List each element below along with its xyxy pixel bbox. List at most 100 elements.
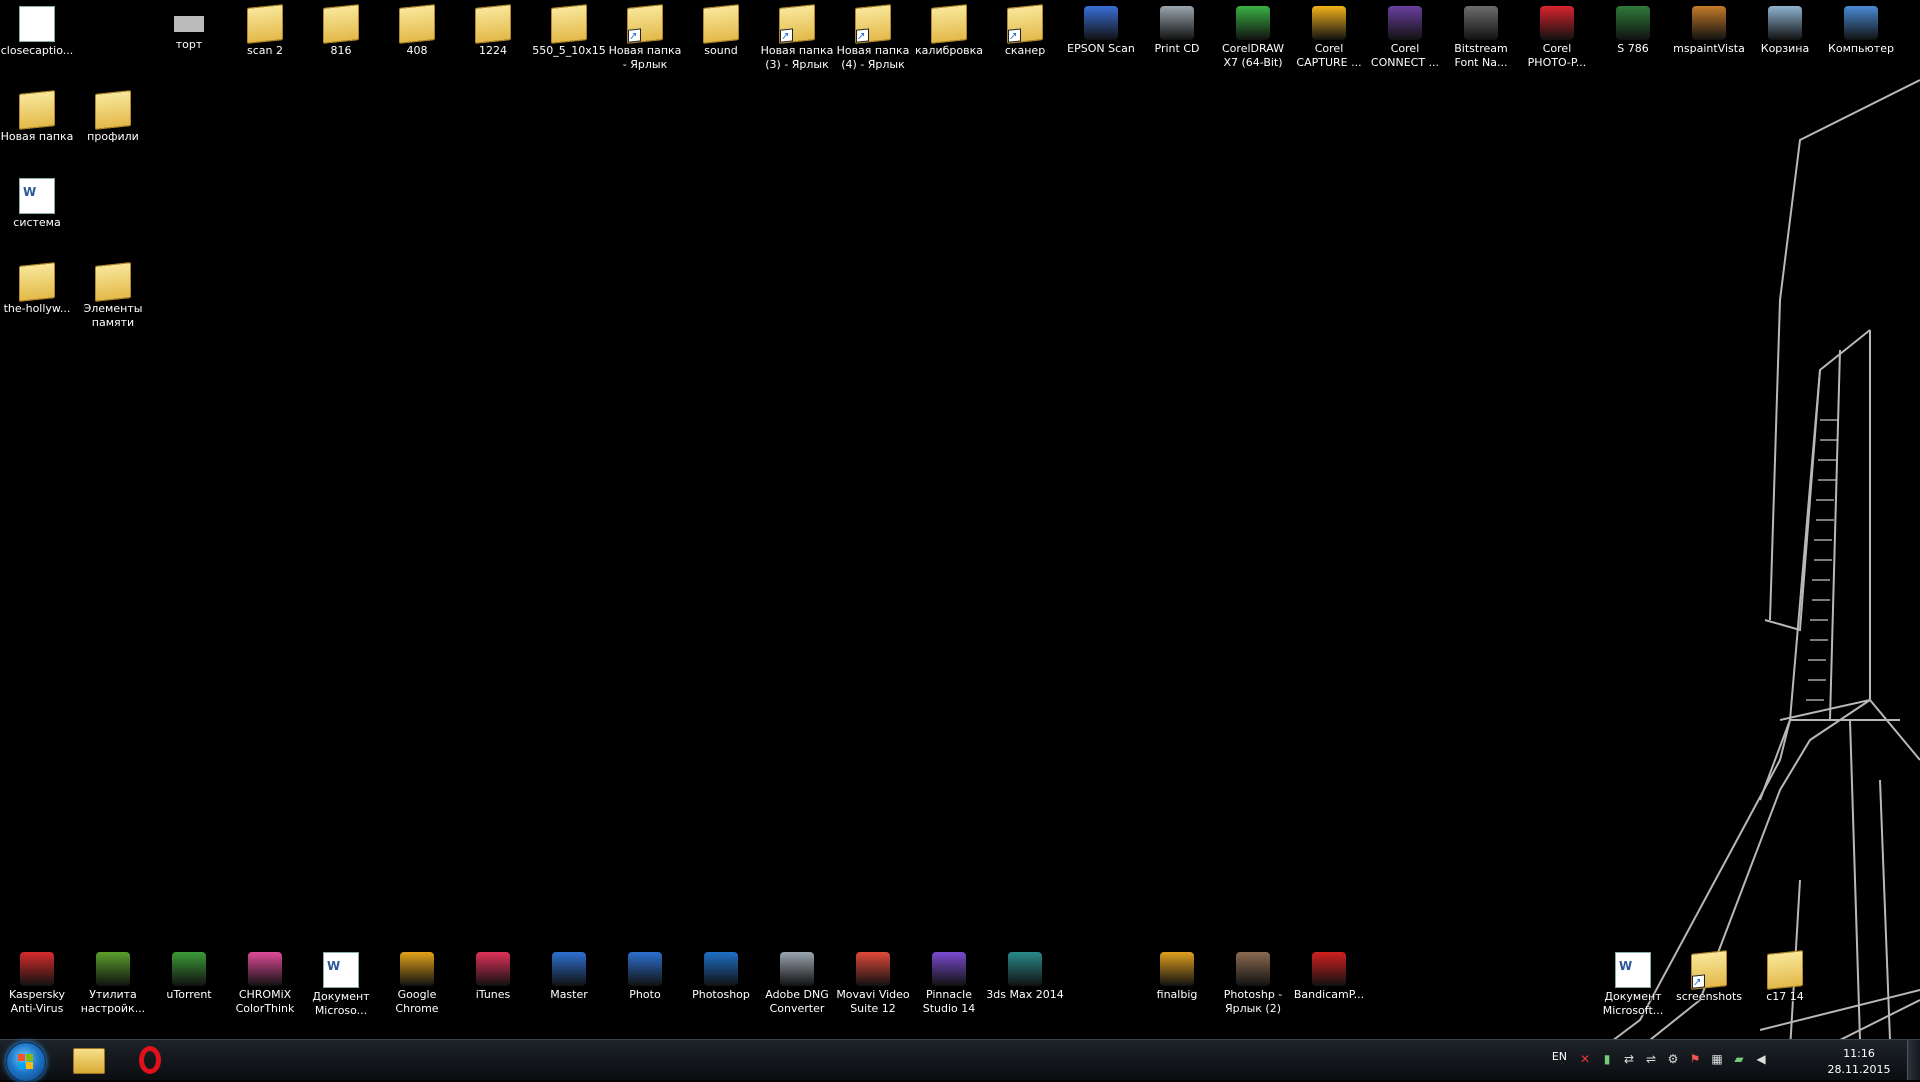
adobe-dng-icon: [780, 952, 814, 986]
desktop-icon[interactable]: the-hollyw...: [0, 260, 79, 316]
desktop-icon[interactable]: 816: [299, 2, 383, 58]
desktop-icon-label: Компьютер: [1828, 42, 1894, 55]
desktop-icon[interactable]: CHROMiX ColorThink: [223, 948, 307, 1016]
desktop-icon[interactable]: scan 2: [223, 2, 307, 58]
desktop-icon[interactable]: система: [0, 174, 79, 230]
desktop-icon[interactable]: uTorrent: [147, 948, 231, 1002]
desktop-icon[interactable]: Новая папка: [0, 88, 79, 144]
taskbar: EN ✕ ▮ ⇄ ⇌ ⚙ ⚑ ▦ ▰ ◀ 11:16 28.11.2015: [0, 1039, 1920, 1082]
desktop-icon-label: the-hollyw...: [3, 302, 71, 315]
clock-time: 11:16: [1843, 1047, 1875, 1060]
memory-folder-icon: [95, 262, 131, 302]
desktop-icon[interactable]: Movavi Video Suite 12: [831, 948, 915, 1016]
desktop-icon[interactable]: торт: [147, 2, 231, 52]
desktop-icon[interactable]: EPSON Scan: [1059, 2, 1143, 56]
desktop-icon[interactable]: Bitstream Font Na...: [1439, 2, 1523, 70]
itunes-icon: [476, 952, 510, 986]
desktop-icon[interactable]: iTunes: [451, 948, 535, 1002]
photoshop-shortcut-icon: [1236, 952, 1270, 986]
desktop-icon[interactable]: 1224: [451, 2, 535, 58]
desktop-icon-label: Corel CONNECT ...: [1370, 42, 1440, 69]
desktop-icon[interactable]: Google Chrome: [375, 948, 459, 1016]
desktop-icon[interactable]: 3ds Max 2014: [983, 948, 1067, 1002]
desktop-icon[interactable]: Corel CONNECT ...: [1363, 2, 1447, 70]
desktop-icon[interactable]: closecaptio...: [0, 2, 79, 58]
new-folder-shortcut-icon: [627, 4, 663, 44]
nvidia-utility-icon: [96, 952, 130, 986]
desktop-icon[interactable]: S 786: [1591, 2, 1675, 56]
desktop-icon[interactable]: screenshots: [1667, 948, 1751, 1004]
desktop-icon[interactable]: Утилита настройк...: [71, 948, 155, 1016]
desktop-icon-label: BandicamP...: [1293, 988, 1365, 1001]
desktop-icon[interactable]: Корзина: [1743, 2, 1827, 56]
taskbar-explorer-button[interactable]: [64, 1044, 112, 1076]
desktop-icon[interactable]: 550_5_10x15: [527, 2, 611, 58]
usb-tray-icon[interactable]: ⇌: [1644, 1052, 1658, 1066]
language-indicator[interactable]: EN: [1552, 1050, 1567, 1063]
desktop-icon[interactable]: профили: [71, 88, 155, 144]
desktop-icon-label: Корзина: [1760, 42, 1810, 55]
desktop-icon-label: Новая папка (4) - Ярлык: [836, 44, 910, 71]
desktop-icon[interactable]: Новая папка (4) - Ярлык: [831, 2, 915, 72]
network-tray-icon[interactable]: ▦: [1710, 1052, 1724, 1066]
desktop-icon[interactable]: c17 14: [1743, 948, 1827, 1004]
desktop-icon-label: Документ Microsoft...: [1602, 990, 1664, 1017]
desktop-icon[interactable]: Photo: [603, 948, 687, 1002]
desktop-icon[interactable]: finalbig: [1135, 948, 1219, 1002]
desktop-icon-label: Bitstream Font Na...: [1454, 42, 1508, 69]
desktop-icon[interactable]: Pinnacle Studio 14: [907, 948, 991, 1016]
desktop-icon[interactable]: Документ Microsoft...: [1591, 948, 1675, 1018]
flag-tray-icon[interactable]: ⚑: [1688, 1052, 1702, 1066]
desktop-icon[interactable]: сканер: [983, 2, 1067, 58]
desktop-icon[interactable]: Print CD: [1135, 2, 1219, 56]
desktop-icon-label: профили: [87, 130, 139, 143]
desktop-icon[interactable]: CorelDRAW X7 (64-Bit): [1211, 2, 1295, 70]
calibration-folder-icon: [931, 4, 967, 44]
desktop-icon[interactable]: Corel PHOTO-P...: [1515, 2, 1599, 70]
desktop-icon[interactable]: Элементы памяти: [71, 260, 155, 330]
desktop-icon-label: EPSON Scan: [1067, 42, 1135, 55]
network-signal-icon[interactable]: ▮: [1600, 1052, 1614, 1066]
clock[interactable]: 11:16 28.11.2015: [1824, 1046, 1894, 1078]
desktop-icon-label: Photoshop: [692, 988, 750, 1001]
pinnacle-icon: [932, 952, 966, 986]
sound-folder-icon: [703, 4, 739, 44]
new-folder-3-shortcut-icon: [779, 4, 815, 44]
desktop-icon-label: Google Chrome: [395, 988, 439, 1015]
wallpaper-line-art: [1559, 79, 1920, 1080]
desktop-icon-label: closecaptio...: [0, 44, 74, 57]
desktop-icon-label: uTorrent: [166, 988, 212, 1001]
desktop-icon[interactable]: калибровка: [907, 2, 991, 58]
photoshop-icon: [704, 952, 738, 986]
desktop-icon[interactable]: Новая папка (3) - Ярлык: [755, 2, 839, 72]
start-button[interactable]: [6, 1042, 46, 1082]
c1714-folder-icon: [1767, 950, 1803, 990]
desktop-icon[interactable]: mspaintVista: [1667, 2, 1751, 56]
s786-icon: [1616, 6, 1650, 40]
desktop-icon[interactable]: Corel CAPTURE ...: [1287, 2, 1371, 70]
show-desktop-button[interactable]: [1907, 1040, 1920, 1080]
desktop-icon-label: торт: [175, 38, 203, 51]
desktop-icon[interactable]: Компьютер: [1819, 2, 1903, 56]
desktop-icon[interactable]: 408: [375, 2, 459, 58]
taskbar-opera-button[interactable]: [127, 1044, 175, 1076]
system-doc-icon: [19, 178, 55, 214]
settings-tray-icon[interactable]: ⚙: [1666, 1052, 1680, 1066]
desktop-icon[interactable]: Photoshp - Ярлык (2): [1211, 948, 1295, 1016]
volume-tray-icon[interactable]: ◀: [1754, 1052, 1768, 1066]
sync-tray-icon[interactable]: ⇄: [1622, 1052, 1636, 1066]
desktop-icon[interactable]: Kaspersky Anti-Virus: [0, 948, 79, 1016]
desktop-icon[interactable]: sound: [679, 2, 763, 58]
clock-date: 28.11.2015: [1827, 1063, 1891, 1076]
power-tray-icon[interactable]: ▰: [1732, 1052, 1746, 1066]
desktop-icon[interactable]: BandicamP...: [1287, 948, 1371, 1002]
desktop-icon[interactable]: Документ Microso...: [299, 948, 383, 1018]
kaspersky-tray-icon[interactable]: ✕: [1578, 1052, 1592, 1066]
desktop-icon[interactable]: Master: [527, 948, 611, 1002]
desktop-icon[interactable]: Adobe DNG Converter: [755, 948, 839, 1016]
desktop-icon[interactable]: Photoshop: [679, 948, 763, 1002]
movavi-icon: [856, 952, 890, 986]
desktop-icon-label: scan 2: [247, 44, 283, 57]
folder-icon: [73, 1048, 105, 1074]
desktop-icon[interactable]: Новая папка - Ярлык: [603, 2, 687, 72]
